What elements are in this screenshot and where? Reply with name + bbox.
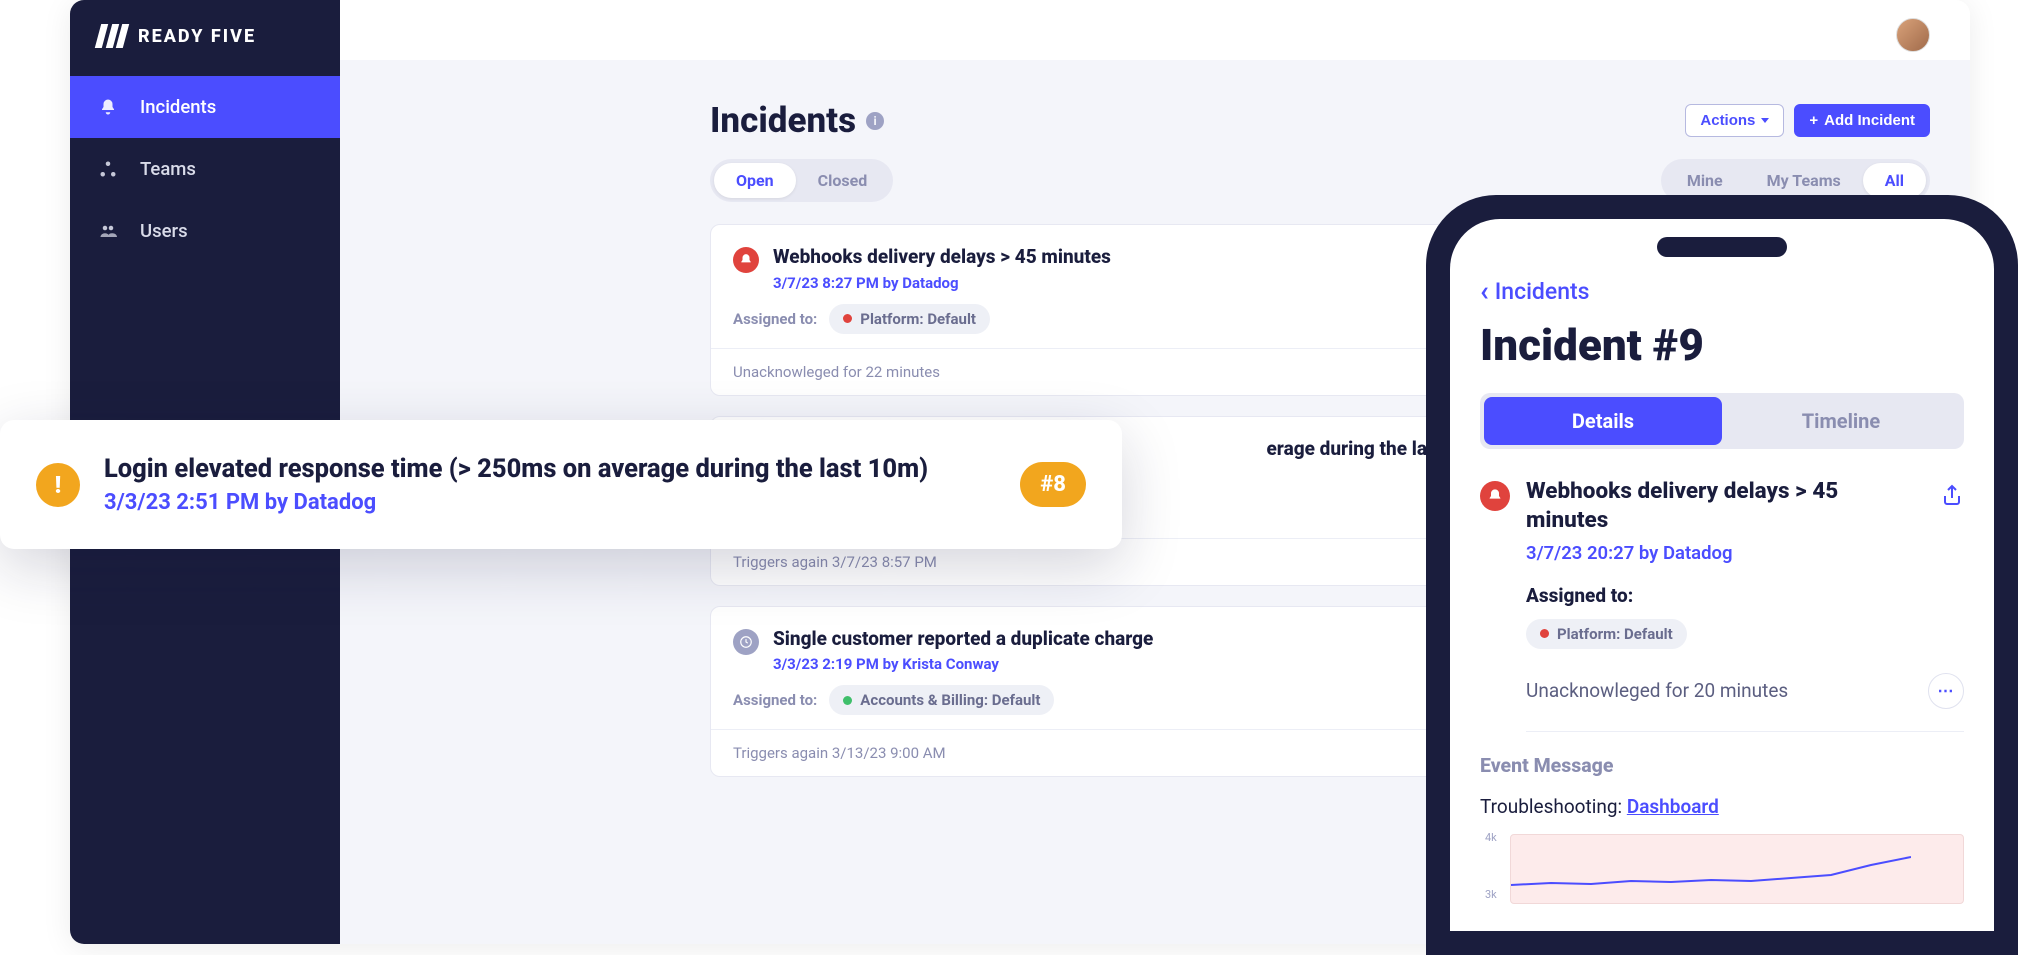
troubleshoot-line: Troubleshooting: Dashboard [1480,795,1964,818]
back-button[interactable]: ‹ Incidents [1480,277,1964,305]
team-chip-label: Accounts & Billing: Default [860,691,1040,709]
status-filter: Open Closed [710,159,893,202]
actions-dropdown[interactable]: Actions [1685,104,1784,137]
info-icon[interactable]: i [866,112,884,130]
incident-meta: 3/3/23 2:19 PM by Krista Conway [773,655,1153,673]
filter-all[interactable]: All [1863,163,1926,198]
incident-title: Webhooks delivery delays > 45 minutes [773,245,1111,270]
status-dot-icon [843,696,852,705]
alert-icon [1480,481,1510,511]
add-incident-label: Add Incident [1824,112,1915,129]
nodes-icon [98,159,118,179]
phone-incident-meta: 3/7/23 20:27 by Datadog [1526,542,1924,564]
page-title-text: Incidents [710,100,856,141]
sidebar-item-teams[interactable]: Teams [70,138,340,200]
chevron-left-icon: ‹ [1480,277,1489,305]
assigned-label: Assigned to: [733,691,817,709]
assigned-label: Assigned to: [733,310,817,328]
sidebar-item-users[interactable]: Users [70,200,340,262]
phone-notch [1657,237,1787,257]
incident-title: Single customer reported a duplicate cha… [773,627,1153,652]
phone-status-row: Unacknowleged for 20 minutes ⋯ [1526,673,1964,732]
page-header: Incidents i Actions + Add Incident [710,100,1930,141]
users-icon [98,221,118,241]
phone-incident-title: Webhooks delivery delays > 45 minutes [1526,477,1924,536]
tab-details[interactable]: Details [1484,397,1722,445]
incident-meta: 3/7/23 8:27 PM by Datadog [773,274,1111,292]
phone-assigned: Assigned to: Platform: Default [1526,584,1964,649]
toast-title: Login elevated response time (> 250ms on… [104,454,996,484]
toast-badge: #8 [1020,462,1086,507]
page-title: Incidents i [710,100,884,141]
filter-open[interactable]: Open [714,163,796,198]
sidebar-item-label: Incidents [140,96,216,118]
team-chip-label: Platform: Default [1557,625,1673,643]
add-incident-button[interactable]: + Add Incident [1794,104,1930,137]
more-button[interactable]: ⋯ [1928,673,1964,709]
sidebar-item-label: Users [140,220,188,242]
brand-text: READY FIVE [138,26,256,47]
actions-label: Actions [1700,112,1755,129]
toast-meta: 3/3/23 2:51 PM by Datadog [104,490,996,515]
status-dot-icon [843,314,852,323]
team-chip[interactable]: Platform: Default [1526,619,1687,649]
plus-icon: + [1809,112,1818,129]
incident-toast[interactable]: ! Login elevated response time (> 250ms … [0,420,1122,549]
filter-mine[interactable]: Mine [1665,163,1745,198]
phone-screen: ‹ Incidents Incident #9 Details Timeline… [1450,219,1994,931]
brand-logo: READY FIVE [70,0,340,76]
share-icon[interactable] [1940,483,1964,507]
sidebar-item-label: Teams [140,158,196,180]
filter-closed[interactable]: Closed [796,163,890,198]
phone-tabs: Details Timeline [1480,393,1964,449]
header-actions: Actions + Add Incident [1685,104,1930,137]
sidebar-item-incidents[interactable]: Incidents [70,76,340,138]
phone-mockup: ‹ Incidents Incident #9 Details Timeline… [1426,195,2018,955]
brand-mark-icon [98,24,126,48]
mini-chart [1510,834,1964,904]
warning-icon: ! [36,463,80,507]
avatar[interactable] [1896,18,1930,52]
filter-my-teams[interactable]: My Teams [1745,163,1863,198]
troubleshoot-prefix: Troubleshooting: [1480,795,1627,818]
clock-icon [733,629,759,655]
team-chip[interactable]: Accounts & Billing: Default [829,685,1054,715]
tab-timeline[interactable]: Timeline [1722,397,1960,445]
back-label: Incidents [1495,278,1590,305]
phone-page-title: Incident #9 [1480,319,1964,371]
dashboard-link[interactable]: Dashboard [1627,795,1719,818]
team-chip[interactable]: Platform: Default [829,304,990,334]
status-dot-icon [1540,629,1549,638]
event-message-label: Event Message [1480,754,1964,777]
assigned-label: Assigned to: [1526,584,1964,607]
bell-icon [98,97,118,117]
team-chip-label: Platform: Default [860,310,976,328]
phone-incident-header: Webhooks delivery delays > 45 minutes 3/… [1480,477,1964,564]
chevron-down-icon [1761,118,1769,123]
alert-icon [733,247,759,273]
unack-text: Unacknowleged for 20 minutes [1526,679,1788,702]
